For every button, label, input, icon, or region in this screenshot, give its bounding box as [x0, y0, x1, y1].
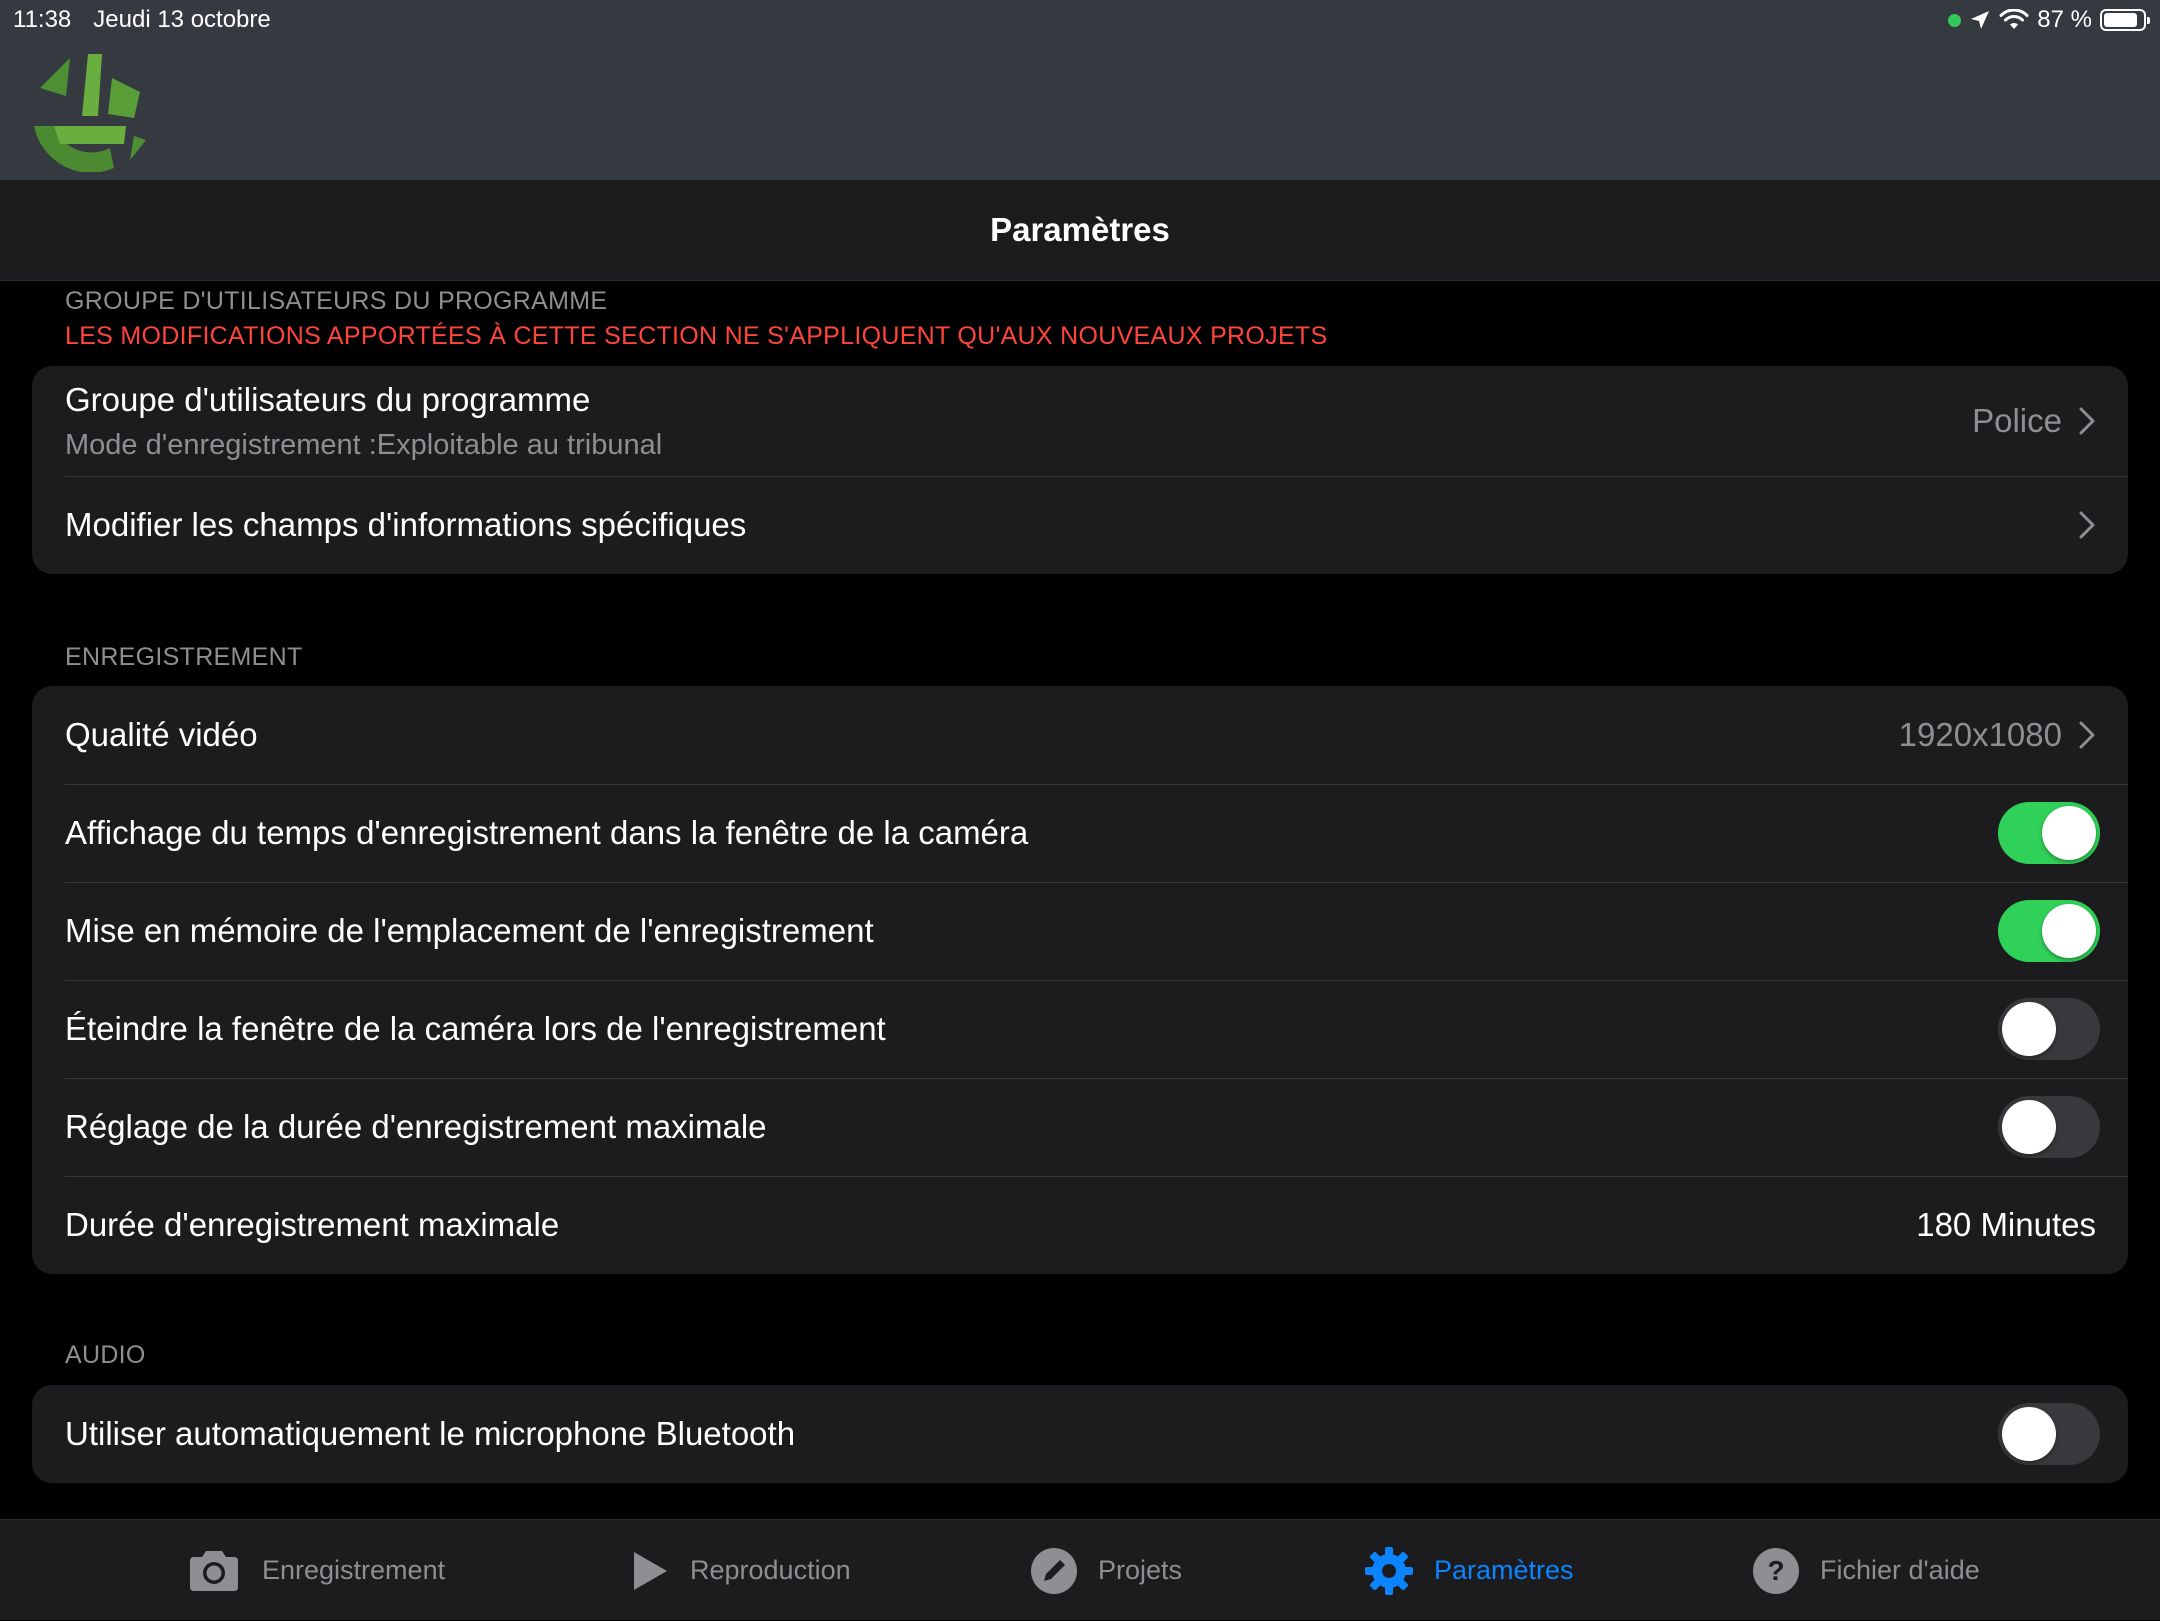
tab-enregistrement[interactable]: Enregistrement — [186, 1520, 445, 1621]
turn-off-camera-toggle[interactable] — [1998, 998, 2100, 1060]
tab-parametres[interactable]: Paramètres — [1364, 1520, 1574, 1621]
wifi-icon — [1999, 9, 2029, 29]
video-quality-title: Qualité vidéo — [65, 716, 258, 753]
tab-bar: Enregistrement Reproduction Projets Para… — [0, 1519, 2160, 1620]
user-group-value: Police — [1972, 402, 2062, 439]
settings-group-recording: Qualité vidéo 1920x1080 Affichage du tem… — [32, 686, 2128, 1274]
user-group-subtitle: Mode d'enregistrement :Exploitable au tr… — [65, 428, 663, 461]
location-arrow-icon — [1971, 11, 1990, 29]
bluetooth-mic-toggle[interactable] — [1998, 1403, 2100, 1465]
chevron-right-icon — [2079, 407, 2095, 435]
tab-label: Reproduction — [690, 1555, 851, 1585]
battery-level-fill — [2104, 13, 2137, 27]
show-recording-time-toggle[interactable] — [1998, 802, 2100, 864]
max-duration-setting-title: Réglage de la durée d'enregistrement max… — [65, 1108, 767, 1145]
camera-in-use-indicator — [1948, 13, 1962, 27]
settings-group-user-group: Groupe d'utilisateurs du programme Mode … — [32, 366, 2128, 574]
status-time: 11:38 — [13, 6, 72, 33]
section-warning: LES MODIFICATIONS APPORTÉES À CETTE SECT… — [65, 322, 1328, 350]
chevron-right-icon — [2079, 721, 2095, 749]
max-duration-title: Durée d'enregistrement maximale — [65, 1206, 560, 1243]
user-group-row[interactable]: Groupe d'utilisateurs du programme Mode … — [32, 366, 2128, 476]
tab-projets[interactable]: Projets — [1030, 1520, 1182, 1621]
tab-label: Paramètres — [1434, 1555, 1574, 1585]
question-icon: ? — [1753, 1547, 1799, 1594]
tab-label: Fichier d'aide — [1820, 1555, 1980, 1585]
status-date: Jeudi 13 octobre — [93, 6, 271, 33]
remember-location-row: Mise en mémoire de l'emplacement de l'en… — [32, 882, 2128, 980]
navigation-bar: Paramètres — [0, 180, 2160, 281]
page-title: Paramètres — [990, 211, 1170, 248]
show-recording-time-title: Affichage du temps d'enregistrement dans… — [65, 814, 1029, 851]
edit-specific-fields-row[interactable]: Modifier les champs d'informations spéci… — [32, 476, 2128, 574]
tab-fichier-aide[interactable]: ? Fichier d'aide — [1752, 1520, 1980, 1621]
remember-location-title: Mise en mémoire de l'emplacement de l'en… — [65, 912, 874, 949]
section-header-user-group: GROUPE D'UTILISATEURS DU PROGRAMME — [65, 287, 608, 315]
turn-off-camera-row: Éteindre la fenêtre de la caméra lors de… — [32, 980, 2128, 1078]
bluetooth-mic-row: Utiliser automatiquement le microphone B… — [32, 1385, 2128, 1483]
gear-icon — [1365, 1546, 1413, 1595]
show-recording-time-row: Affichage du temps d'enregistrement dans… — [32, 784, 2128, 882]
tab-label: Enregistrement — [262, 1555, 446, 1585]
max-duration-setting-toggle[interactable] — [1998, 1096, 2100, 1158]
status-bar-left: 11:38 Jeudi 13 octobre — [13, 4, 271, 36]
section-header-recording: ENREGISTREMENT — [65, 643, 303, 671]
video-quality-row[interactable]: Qualité vidéo 1920x1080 — [32, 686, 2128, 784]
battery-icon — [2100, 9, 2150, 31]
section-header-audio: AUDIO — [65, 1341, 146, 1369]
play-icon — [634, 1551, 667, 1590]
user-group-title: Groupe d'utilisateurs du programme — [65, 380, 591, 418]
pencil-icon — [1031, 1547, 1077, 1594]
settings-group-audio: Utiliser automatiquement le microphone B… — [32, 1385, 2128, 1483]
camera-icon — [190, 1550, 238, 1591]
tab-label: Projets — [1098, 1555, 1183, 1585]
svg-text:?: ? — [1767, 1555, 1784, 1586]
max-duration-value: 180 Minutes — [1916, 1206, 2096, 1243]
turn-off-camera-title: Éteindre la fenêtre de la caméra lors de… — [65, 1010, 886, 1047]
max-duration-row[interactable]: Durée d'enregistrement maximale 180 Minu… — [32, 1176, 2128, 1274]
video-quality-value: 1920x1080 — [1898, 716, 2062, 753]
remember-location-toggle[interactable] — [1998, 900, 2100, 962]
status-bar-right: 87 % — [1948, 4, 2150, 36]
app-logo — [34, 54, 146, 172]
edit-specific-fields-title: Modifier les champs d'informations spéci… — [65, 506, 747, 543]
battery-percentage: 87 % — [2037, 6, 2092, 33]
max-duration-setting-row: Réglage de la durée d'enregistrement max… — [32, 1078, 2128, 1176]
bluetooth-mic-title: Utiliser automatiquement le microphone B… — [65, 1415, 796, 1452]
chevron-right-icon — [2079, 511, 2095, 539]
tab-reproduction[interactable]: Reproduction — [630, 1520, 851, 1621]
app-header: 11:38 Jeudi 13 octobre 87 % — [0, 0, 2160, 180]
